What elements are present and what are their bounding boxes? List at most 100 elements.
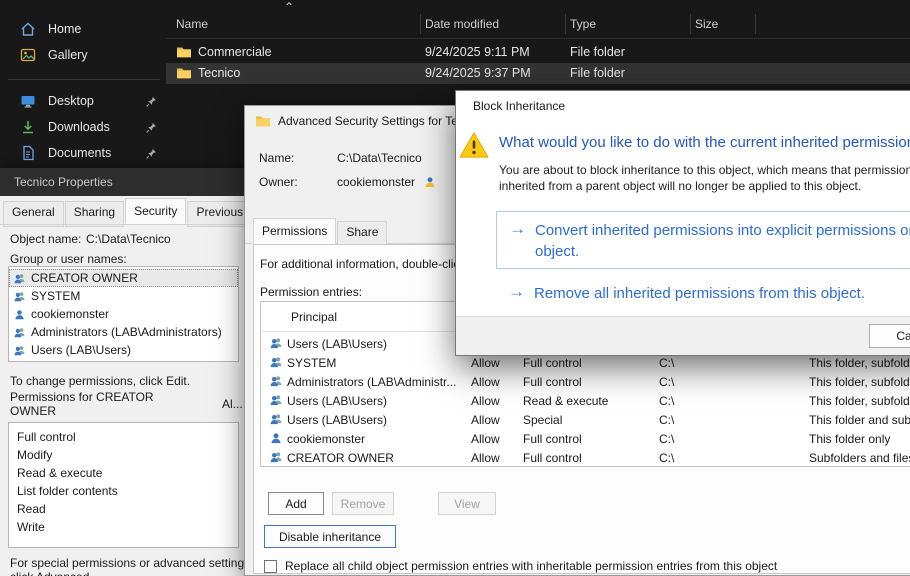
sidebar-item-documents[interactable]: Documents	[0, 140, 172, 166]
tab-permissions[interactable]: Permissions	[253, 218, 336, 244]
table-row[interactable]: Administrators (LAB\Administr... Allow F…	[261, 372, 910, 391]
permission-list-folder-contents[interactable]: List folder contents	[17, 484, 238, 502]
cell-principal: SYSTEM	[287, 356, 336, 370]
remove-permissions-option[interactable]: → Remove all inherited permissions from …	[496, 279, 910, 307]
cell-applies-to: This folder, subfolde...	[809, 375, 910, 389]
permission-write[interactable]: Write	[17, 520, 238, 538]
documents-icon	[20, 145, 36, 161]
tab-strip-divider	[0, 224, 246, 225]
table-row[interactable]: cookiemonster Allow Full control C:\ Thi…	[261, 429, 910, 448]
file-row-commerciale[interactable]: Commerciale 9/24/2025 9:11 PM File folde…	[166, 42, 910, 63]
cell-access: Full control	[523, 451, 582, 465]
file-name: Commerciale	[198, 45, 272, 59]
cell-principal: Users (LAB\Users)	[287, 394, 387, 408]
sidebar-divider	[8, 79, 160, 80]
permission-full-control[interactable]: Full control	[17, 430, 238, 448]
permission-modify[interactable]: Modify	[17, 448, 238, 466]
block-dialog-title: Block Inheritance	[456, 91, 910, 121]
tab-security[interactable]: Security	[125, 198, 186, 224]
file-name: Tecnico	[198, 66, 240, 80]
group-icon	[13, 272, 26, 285]
file-row-tecnico[interactable]: Tecnico 9/24/2025 9:37 PM File folder	[166, 63, 910, 84]
arrow-right-icon: →	[508, 282, 525, 302]
screen: Home Gallery Desktop Downloads Documents…	[0, 0, 910, 576]
name-field: Name: C:\Data\Tecnico	[259, 151, 422, 165]
table-row[interactable]: Users (LAB\Users) Allow Read & execute C…	[261, 391, 910, 410]
cell-type: Allow	[471, 451, 500, 465]
column-header-size[interactable]: Size	[695, 17, 718, 31]
principal-name: cookiemonster	[31, 307, 109, 321]
cell-inherited-from: C:\	[659, 394, 674, 408]
column-header-name[interactable]: Name	[176, 17, 208, 31]
principal-name: Administrators (LAB\Administrators)	[31, 325, 222, 339]
list-item-users[interactable]: Users (LAB\Users)	[9, 341, 238, 359]
remove-button[interactable]: Remove	[332, 492, 394, 515]
pin-icon[interactable]	[145, 121, 158, 134]
list-item-creator-owner[interactable]: CREATOR OWNER	[9, 269, 238, 287]
column-header-modified[interactable]: Date modified	[425, 17, 499, 31]
cell-access: Full control	[523, 375, 582, 389]
sidebar-item-desktop[interactable]: Desktop	[0, 88, 172, 114]
principal-name: CREATOR OWNER	[31, 271, 138, 285]
downloads-icon	[20, 119, 36, 135]
owner-label: Owner:	[259, 175, 337, 189]
group-icon	[269, 412, 283, 426]
sidebar-item-label: Documents	[48, 146, 111, 160]
cell-access: Read & execute	[523, 394, 608, 408]
file-type: File folder	[570, 45, 625, 59]
column-separator[interactable]	[565, 14, 566, 34]
user-icon	[13, 308, 26, 321]
column-header-type[interactable]: Type	[570, 17, 596, 31]
permission-read[interactable]: Read	[17, 502, 238, 520]
properties-dialog-title: Tecnico Properties	[0, 168, 246, 196]
cell-applies-to: Subfolders and files ...	[809, 451, 910, 465]
allow-column-header: Al...	[222, 397, 243, 411]
list-item-cookiemonster[interactable]: cookiemonster	[9, 305, 238, 323]
cell-principal: Administrators (LAB\Administr...	[287, 375, 456, 389]
table-row[interactable]: Users (LAB\Users) Allow Special C:\ This…	[261, 410, 910, 429]
add-button[interactable]: Add	[268, 492, 324, 515]
file-modified: 9/24/2025 9:37 PM	[425, 66, 531, 80]
column-separator[interactable]	[690, 14, 691, 34]
list-item-system[interactable]: SYSTEM	[9, 287, 238, 305]
sidebar-item-gallery[interactable]: Gallery	[0, 42, 172, 68]
sidebar-item-downloads[interactable]: Downloads	[0, 114, 172, 140]
column-header-principal[interactable]: Principal	[291, 310, 337, 324]
column-separator[interactable]	[420, 14, 421, 34]
sidebar-item-home[interactable]: Home	[0, 16, 172, 42]
folder-icon	[255, 113, 271, 129]
block-dialog-heading: What would you like to do with the curre…	[499, 134, 910, 151]
permissions-list: Full control Modify Read & execute List …	[8, 422, 239, 548]
name-value: C:\Data\Tecnico	[337, 151, 422, 165]
pin-icon[interactable]	[145, 95, 158, 108]
replace-permissions-checkbox[interactable]	[264, 560, 277, 573]
sort-ascending-icon[interactable]: ⌃	[284, 0, 294, 14]
disable-inheritance-button[interactable]: Disable inheritance	[264, 525, 396, 548]
list-item-administrators[interactable]: Administrators (LAB\Administrators)	[9, 323, 238, 341]
permission-read-execute[interactable]: Read & execute	[17, 466, 238, 484]
pin-icon[interactable]	[145, 147, 158, 160]
block-dialog-body-line2: inherited from a parent object will no l…	[499, 179, 861, 193]
folder-icon	[176, 65, 192, 81]
convert-permissions-option[interactable]: → Convert inherited permissions into exp…	[496, 211, 910, 269]
cell-inherited-from: C:\	[659, 413, 674, 427]
name-label: Name:	[259, 151, 337, 165]
view-button[interactable]: View	[438, 492, 496, 515]
permission-entries-label: Permission entries:	[260, 285, 362, 299]
table-row[interactable]: CREATOR OWNER Allow Full control C:\ Sub…	[261, 448, 910, 467]
cell-applies-to: This folder, subfolde...	[809, 356, 910, 370]
cell-applies-to: This folder, subfolde...	[809, 394, 910, 408]
cancel-button[interactable]: Cancel	[869, 324, 910, 348]
cell-applies-to: This folder only	[809, 432, 890, 446]
block-dialog-body: You are about to block inheritance to th…	[499, 163, 910, 177]
principal-name: SYSTEM	[31, 289, 80, 303]
cell-principal: CREATOR OWNER	[287, 451, 394, 465]
cell-inherited-from: C:\	[659, 375, 674, 389]
change-permissions-hint: To change permissions, click Edit.	[10, 374, 190, 388]
permissions-for-label: Permissions for CREATOR	[10, 390, 154, 404]
remove-permissions-label: Remove all inherited permissions from th…	[534, 285, 865, 302]
cell-applies-to: This folder and subf...	[809, 413, 910, 427]
permissions-for-label-line2: OWNER	[10, 404, 56, 418]
column-separator[interactable]	[755, 14, 756, 34]
user-icon	[423, 175, 437, 189]
